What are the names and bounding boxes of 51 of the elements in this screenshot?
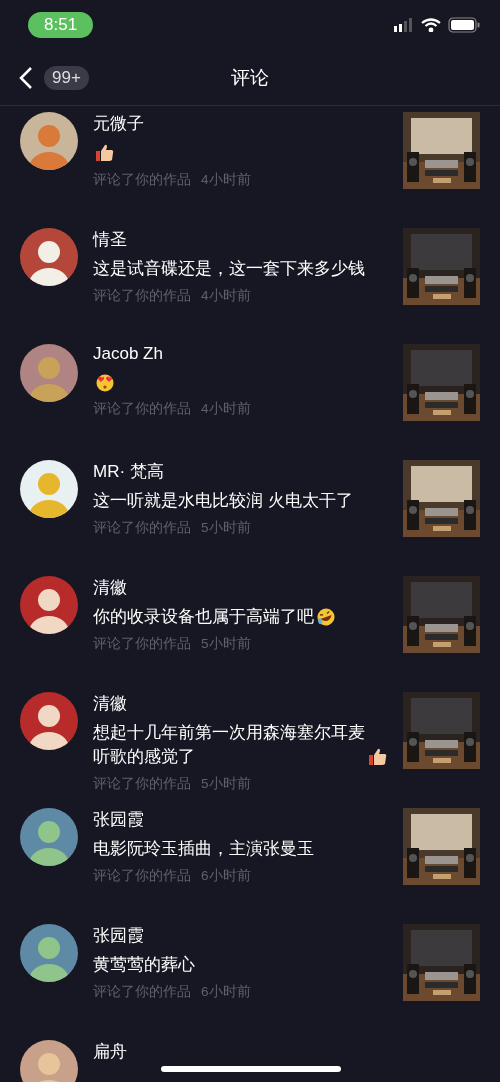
avatar[interactable] [20, 344, 78, 402]
comment-time: 6小时前 [201, 867, 251, 885]
heart-eyes-icon [95, 372, 115, 392]
comment-time: 5小时前 [201, 635, 251, 653]
avatar[interactable] [20, 808, 78, 866]
comment-action: 评论了你的作品 [93, 519, 191, 537]
user-name[interactable]: 张园霞 [93, 924, 144, 947]
comment-text: 你的收录设备也属于高端了吧 [93, 606, 314, 628]
avatar[interactable] [20, 692, 78, 750]
comment-time: 6小时前 [201, 983, 251, 1001]
comment-action: 评论了你的作品 [93, 635, 191, 653]
comment-text: 黄莺莺的葬心 [93, 954, 195, 976]
comment-action: 评论了你的作品 [93, 400, 191, 418]
user-name[interactable]: 扁舟 [93, 1040, 127, 1063]
page-title: 评论 [231, 65, 269, 90]
thumbs-up-icon [368, 747, 388, 767]
comment-time: 4小时前 [201, 400, 251, 418]
comment-action: 评论了你的作品 [93, 287, 191, 305]
avatar[interactable] [20, 1040, 78, 1082]
avatar[interactable] [20, 924, 78, 982]
user-name[interactable]: 情圣 [93, 228, 127, 251]
user-name[interactable]: MR· 梵高 [93, 460, 164, 483]
unread-count-badge: 99+ [44, 65, 89, 90]
user-name[interactable]: 元微子 [93, 112, 144, 135]
avatar[interactable] [20, 460, 78, 518]
status-time: 8:51 [28, 12, 94, 38]
comment-text: 电影阮玲玉插曲，主演张曼玉 [93, 838, 314, 860]
comment-text: 这一听就是水电比较润 火电太干了 [93, 490, 353, 512]
user-name[interactable]: 张园霞 [93, 808, 144, 831]
comment-action: 评论了你的作品 [93, 867, 191, 885]
battery-icon [448, 17, 480, 33]
thumbs-up-icon [95, 143, 115, 163]
avatar[interactable] [20, 576, 78, 634]
wifi-icon [421, 18, 441, 32]
user-name[interactable]: Jacob Zh [93, 344, 163, 364]
avatar[interactable] [20, 112, 78, 170]
comment-action: 评论了你的作品 [93, 171, 191, 189]
comment-time: 4小时前 [201, 287, 251, 305]
comment-text: 想起十几年前第一次用森海塞尔耳麦听歌的感觉了 [93, 722, 366, 768]
user-name[interactable]: 清徽 [93, 692, 127, 715]
comment-time: 4小时前 [201, 171, 251, 189]
comment-time: 5小时前 [201, 775, 251, 793]
signal-icon [394, 18, 414, 32]
comment-time: 5小时前 [201, 519, 251, 537]
comment-action: 评论了你的作品 [93, 775, 191, 793]
comment-text: 这是试音碟还是，这一套下来多少钱 [93, 258, 365, 280]
back-icon[interactable] [18, 65, 34, 90]
comment-action: 评论了你的作品 [93, 983, 191, 1001]
user-name[interactable]: 清徽 [93, 576, 127, 599]
laughing-icon [316, 607, 336, 627]
avatar[interactable] [20, 228, 78, 286]
